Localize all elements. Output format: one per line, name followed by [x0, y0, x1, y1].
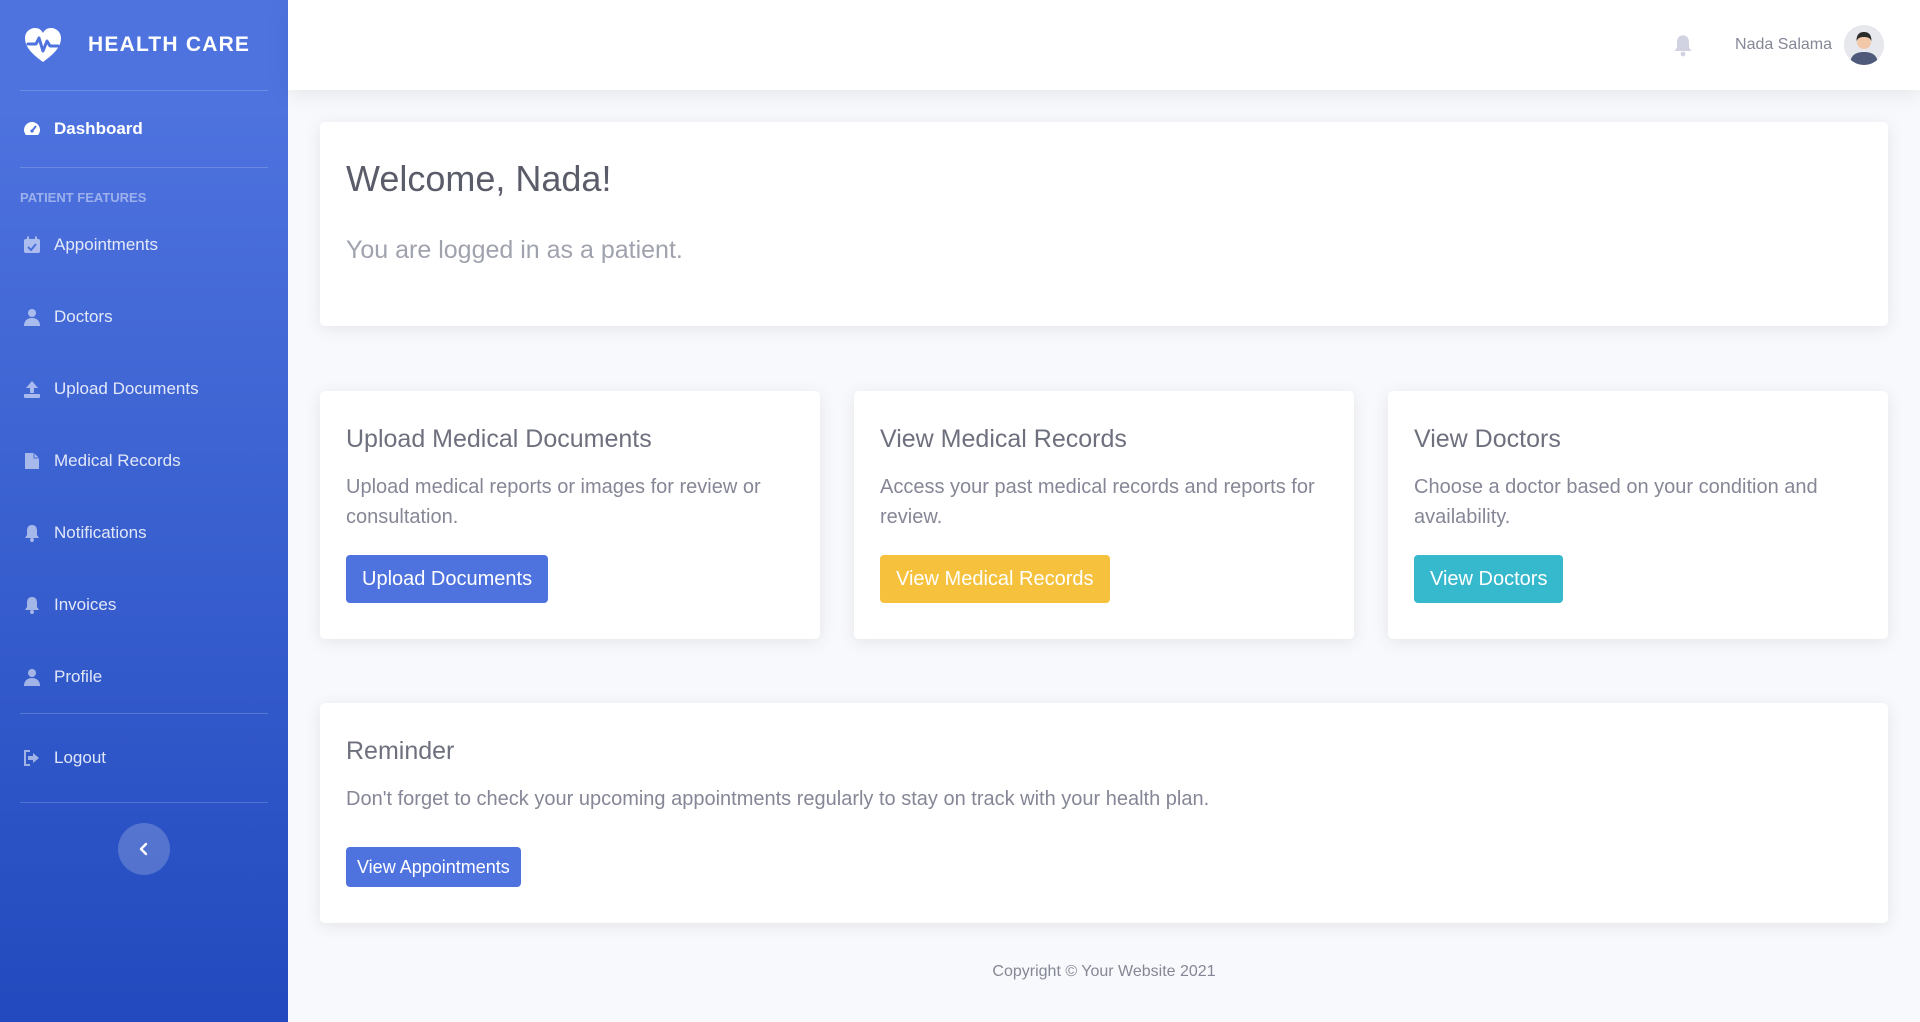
medical-records-card: View Medical Records Access your past me… [854, 391, 1354, 639]
welcome-title: Welcome, Nada! [346, 158, 612, 199]
sidebar-divider [20, 802, 268, 803]
sidebar-item-label: Dashboard [54, 119, 143, 138]
sign-out-icon [22, 748, 42, 768]
sidebar-item-invoices[interactable]: Invoices [0, 569, 288, 641]
sidebar-item-upload-documents[interactable]: Upload Documents [0, 353, 288, 425]
view-medical-records-button[interactable]: View Medical Records [880, 555, 1110, 603]
user-icon [22, 667, 42, 687]
sidebar-item-label: Upload Documents [54, 379, 199, 398]
user-name[interactable]: Nada Salama [1735, 36, 1832, 54]
bell-icon [22, 523, 42, 543]
upload-icon [22, 379, 42, 399]
chevron-left-icon [139, 842, 148, 856]
sidebar: HEALTH CARE Dashboard PATIENT FEATURES A… [0, 0, 288, 1022]
upload-documents-button[interactable]: Upload Documents [346, 555, 549, 603]
card-title: View Doctors [1414, 425, 1561, 453]
bell-icon [22, 595, 42, 615]
tachometer-icon [22, 119, 42, 139]
file-medical-icon [22, 451, 42, 471]
sidebar-heading: PATIENT FEATURES [20, 190, 147, 205]
heart-pulse-icon [25, 28, 61, 62]
sidebar-item-label: Profile [54, 667, 103, 686]
calendar-icon [22, 235, 42, 255]
card-text: Access your past medical records and rep… [880, 476, 1315, 528]
sidebar-item-label: Doctors [54, 307, 113, 326]
card-title: Upload Medical Documents [346, 425, 652, 453]
footer-copyright: Copyright © Your Website 2021 [992, 963, 1216, 980]
upload-documents-card: Upload Medical Documents Upload medical … [320, 391, 820, 639]
sidebar-item-label: Logout [54, 748, 106, 767]
sidebar-item-notifications[interactable]: Notifications [0, 497, 288, 569]
card-title: View Medical Records [880, 425, 1127, 453]
sidebar-item-dashboard[interactable]: Dashboard [0, 91, 288, 167]
view-doctors-card: View Doctors Choose a doctor based on yo… [1388, 391, 1888, 639]
reminder-text: Don't forget to check your upcoming appo… [346, 788, 1210, 810]
user-avatar-icon [1844, 25, 1884, 65]
reminder-card: Reminder Don't forget to check your upco… [320, 703, 1888, 923]
sidebar-item-doctors[interactable]: Doctors [0, 281, 288, 353]
view-doctors-button[interactable]: View Doctors [1414, 555, 1564, 603]
view-appointments-button[interactable]: View Appointments [346, 847, 521, 887]
sidebar-item-label: Notifications [54, 523, 147, 542]
sidebar-item-label: Appointments [54, 235, 158, 254]
sidebar-toggle-button[interactable] [118, 823, 170, 875]
sidebar-item-appointments[interactable]: Appointments [0, 209, 288, 281]
reminder-title: Reminder [346, 737, 455, 765]
welcome-card: Welcome, Nada! You are logged in as a pa… [320, 122, 1888, 326]
card-text: Upload medical reports or images for rev… [346, 476, 761, 528]
brand-name: HEALTH CARE [88, 33, 251, 56]
brand[interactable]: HEALTH CARE [0, 0, 288, 90]
welcome-subtitle: You are logged in as a patient. [346, 236, 683, 264]
card-text: Choose a doctor based on your condition … [1414, 476, 1818, 528]
bell-icon[interactable] [1671, 33, 1695, 57]
sidebar-item-medical-records[interactable]: Medical Records [0, 425, 288, 497]
topbar: Nada Salama [288, 0, 1920, 90]
sidebar-item-profile[interactable]: Profile [0, 641, 288, 713]
sidebar-item-label: Medical Records [54, 451, 181, 470]
user-md-icon [22, 307, 42, 327]
sidebar-item-label: Invoices [54, 595, 117, 614]
avatar[interactable] [1844, 25, 1884, 65]
sidebar-item-logout[interactable]: Logout [0, 714, 288, 802]
